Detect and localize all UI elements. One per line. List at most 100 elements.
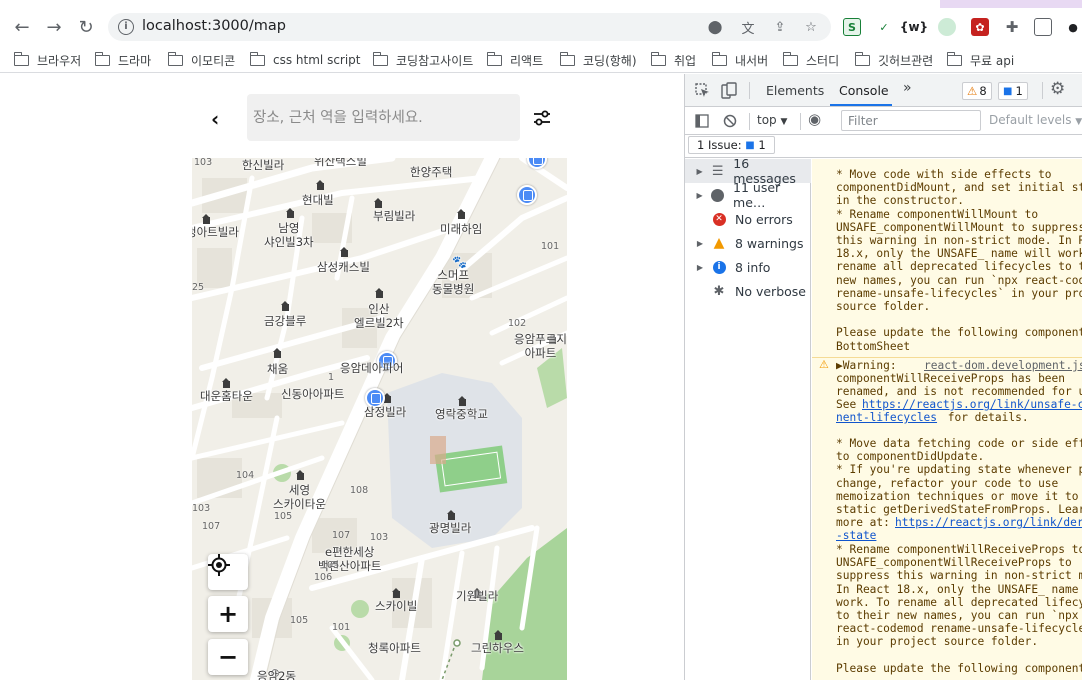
bookmark-folder[interactable]: 브라우저 bbox=[13, 51, 81, 69]
map-label[interactable]: 응암데아파어 bbox=[340, 361, 403, 375]
bookmark-folder[interactable]: 리액트 bbox=[486, 51, 543, 69]
url-text[interactable]: localhost:3000/map bbox=[142, 18, 286, 34]
address-bar[interactable]: i localhost:3000/map ⬤ 文 ⇪ ☆ bbox=[108, 13, 831, 41]
bookmark-folder[interactable]: 코딩(항해) bbox=[559, 51, 637, 69]
current-location-button[interactable] bbox=[208, 554, 248, 590]
map-label[interactable]: 인산 엘르빌2차 bbox=[354, 302, 404, 330]
bookmark-folder[interactable]: 내서버 bbox=[711, 51, 768, 69]
extensions-puzzle-icon[interactable]: ✚ bbox=[1003, 18, 1021, 36]
building-number: 107 bbox=[202, 521, 221, 532]
extension-check-icon[interactable]: ✓ bbox=[875, 18, 893, 36]
extension-sheets-icon[interactable]: S bbox=[843, 18, 861, 36]
map-label[interactable]: 삼정빌라 bbox=[364, 405, 406, 419]
forward-arrow-icon[interactable]: → bbox=[43, 16, 65, 38]
reload-icon[interactable]: ↻ bbox=[75, 16, 97, 38]
log-levels-dropdown[interactable]: Default levels ▼ bbox=[989, 113, 1082, 127]
docs-link-continued[interactable]: nent-lifecycles bbox=[836, 411, 937, 424]
console-filter-input[interactable]: Filter bbox=[841, 110, 981, 131]
issues-button[interactable]: 1 Issue: ■ 1 bbox=[688, 136, 775, 154]
map-label[interactable]: 그린하우스 bbox=[471, 641, 524, 655]
map-label[interactable]: 현대빌 bbox=[302, 193, 334, 207]
translate-icon[interactable]: 文 bbox=[739, 18, 757, 37]
site-info-icon[interactable]: i bbox=[118, 19, 134, 35]
map-label[interactable]: 한신빌라 bbox=[242, 158, 284, 172]
map-label[interactable]: 한양주택 bbox=[410, 165, 452, 179]
bookmark-folder[interactable]: css html script bbox=[249, 51, 361, 69]
tab-elements[interactable]: Elements bbox=[766, 83, 824, 98]
console-output[interactable]: * Move code with side effects to compone… bbox=[812, 159, 1082, 680]
docs-link-continued[interactable]: -state bbox=[836, 529, 876, 542]
map-label[interactable]: 광명빌라 bbox=[429, 521, 471, 535]
settings-gear-icon[interactable]: ⚙ bbox=[1050, 79, 1065, 99]
map-label[interactable]: 청록아파트 bbox=[368, 641, 421, 655]
clear-console-icon[interactable] bbox=[723, 114, 737, 128]
map-label[interactable]: 채움 bbox=[267, 362, 288, 376]
zoom-in-button[interactable]: + bbox=[208, 596, 248, 632]
bookmark-folder[interactable]: 깃허브관련 bbox=[854, 51, 933, 69]
filter-sliders-icon[interactable] bbox=[532, 109, 552, 127]
bookmark-folder[interactable]: 무료 api bbox=[946, 51, 1014, 69]
map-label[interactable]: 금강블루 bbox=[264, 314, 306, 328]
extension-red-icon[interactable]: ✿ bbox=[971, 18, 989, 36]
extension-web-icon[interactable]: {w} bbox=[900, 18, 928, 36]
map-label[interactable]: 미래하임 bbox=[440, 222, 482, 236]
map-label[interactable]: 응암푸르지 아파트 bbox=[514, 332, 567, 360]
sidebar-item-errors[interactable]: ✕ No errors bbox=[685, 207, 811, 231]
place-search-input[interactable] bbox=[253, 94, 515, 141]
map-label[interactable]: 응암2동 bbox=[257, 669, 296, 680]
search-box[interactable] bbox=[247, 94, 520, 141]
bookmark-folder[interactable]: 취업 bbox=[650, 51, 696, 69]
active-tab[interactable] bbox=[0, 0, 940, 8]
map-view[interactable]: 🐾 ⊙ 한신빌라 위산택스빌 한양주택 현대빌 남영 샤인빌3차 부림빌라 미래… bbox=[192, 158, 567, 680]
map-label[interactable]: 스머프 동물병원 bbox=[432, 268, 474, 296]
expand-arrow-icon[interactable]: ▶ bbox=[693, 191, 706, 200]
docs-link[interactable]: https://reactjs.org/link/unsafe-co bbox=[862, 398, 1082, 411]
inspect-element-icon[interactable] bbox=[695, 83, 710, 98]
map-label[interactable]: 부림빌라 bbox=[373, 209, 415, 223]
map-label[interactable]: 대운홈타운 bbox=[200, 389, 253, 403]
bus-stop-icon[interactable] bbox=[517, 185, 537, 205]
sidebar-item-verbose[interactable]: ✱ No verbose bbox=[685, 279, 811, 303]
expand-arrow-icon[interactable]: ▶ bbox=[693, 167, 706, 176]
zoom-out-button[interactable]: − bbox=[208, 639, 248, 675]
docs-link[interactable]: https://reactjs.org/link/der bbox=[895, 516, 1082, 529]
more-tabs-icon[interactable]: » bbox=[903, 80, 912, 96]
sidebar-toggle-icon[interactable] bbox=[695, 114, 709, 128]
warnings-badge[interactable]: ⚠ 8 bbox=[962, 82, 992, 100]
plus-icon: + bbox=[217, 600, 239, 628]
profile-icon[interactable]: ● bbox=[1064, 18, 1082, 36]
live-expression-eye-icon[interactable]: ◉ bbox=[808, 110, 821, 128]
map-label[interactable]: 세영 스카이타운 bbox=[273, 483, 326, 511]
side-panel-icon[interactable] bbox=[1034, 18, 1052, 36]
sidebar-item-info[interactable]: ▶ i 8 info bbox=[685, 255, 811, 279]
location-pin-icon[interactable]: ⬤ bbox=[706, 18, 724, 36]
bookmark-folder[interactable]: 코딩참고사이트 bbox=[372, 51, 473, 69]
map-label[interactable]: 기원빌라 bbox=[456, 589, 498, 603]
map-label[interactable]: 스카이빌 bbox=[375, 599, 417, 613]
bookmark-folder[interactable]: 스터디 bbox=[782, 51, 839, 69]
map-label[interactable]: 위산택스빌 bbox=[314, 158, 367, 168]
share-icon[interactable]: ⇪ bbox=[771, 18, 789, 36]
bookmark-star-icon[interactable]: ☆ bbox=[802, 18, 820, 36]
context-selector[interactable]: top ▼ bbox=[757, 113, 787, 127]
back-chevron-icon[interactable]: ‹ bbox=[211, 107, 219, 131]
map-label[interactable]: 삼성캐스빌 bbox=[317, 260, 370, 274]
info-badge[interactable]: ■ 1 bbox=[998, 82, 1028, 100]
bookmark-folder[interactable]: 이모티콘 bbox=[167, 51, 235, 69]
expand-arrow-icon[interactable]: ▶ bbox=[693, 263, 707, 272]
tab-console[interactable]: Console bbox=[839, 83, 889, 98]
console-warning-label[interactable]: ▶Warning: bbox=[836, 359, 897, 372]
expand-arrow-icon[interactable]: ▶ bbox=[693, 239, 707, 248]
map-label[interactable]: 영락중학교 bbox=[435, 407, 488, 421]
source-link[interactable]: react-dom.development.js bbox=[924, 359, 1082, 372]
sidebar-item-user-messages[interactable]: ▶ 11 user me… bbox=[685, 180, 811, 210]
back-arrow-icon[interactable]: ← bbox=[11, 16, 33, 38]
extension-circle-icon[interactable] bbox=[938, 18, 956, 36]
map-label[interactable]: 신동아아파트 bbox=[281, 387, 344, 401]
map-label[interactable]: 남영 샤인빌3차 bbox=[264, 221, 314, 249]
browser-toolbar: ← → ↻ i localhost:3000/map ⬤ 文 ⇪ ☆ S ✓ {… bbox=[0, 8, 1082, 46]
sidebar-item-warnings[interactable]: ▶ ▲ 8 warnings bbox=[685, 231, 811, 255]
device-toolbar-icon[interactable] bbox=[721, 82, 737, 99]
map-label[interactable]: 청아트빌라 bbox=[192, 225, 239, 239]
bookmark-folder[interactable]: 드라마 bbox=[94, 51, 151, 69]
